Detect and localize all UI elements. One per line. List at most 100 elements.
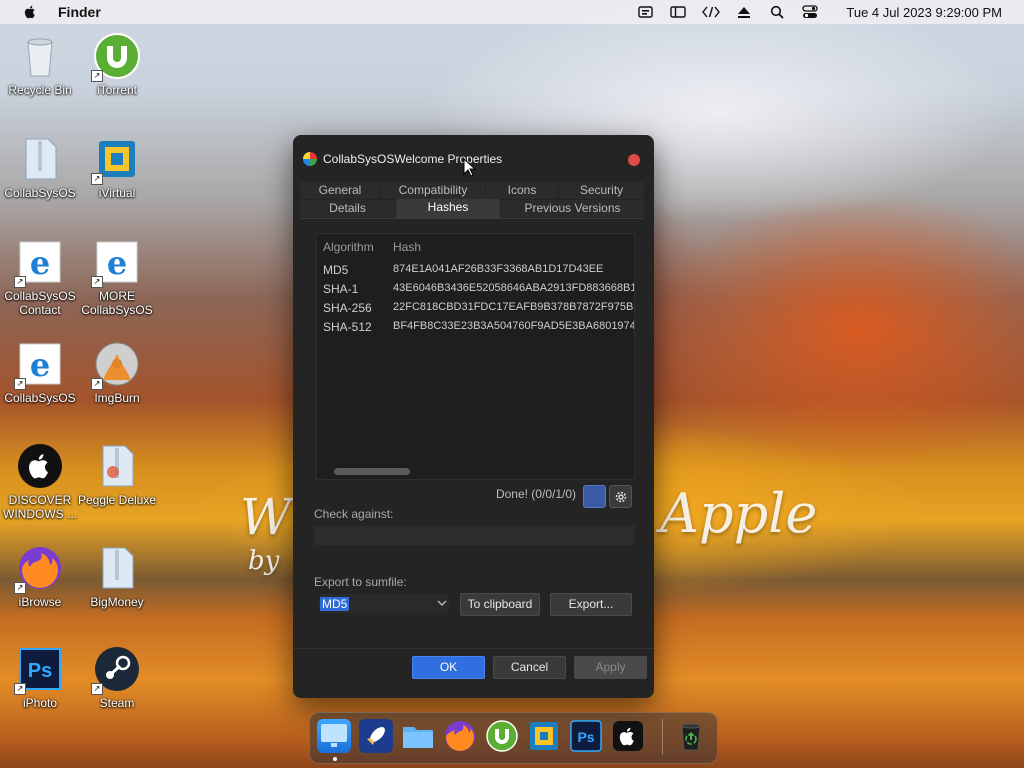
export-button[interactable]: Export... xyxy=(550,593,632,616)
steam-icon: ↗ xyxy=(91,645,141,695)
desktop-icon-collabsysos-folder[interactable]: CollabSysOS xyxy=(0,135,80,200)
desktop-icon-label: CollabSysOS Contact xyxy=(4,289,76,317)
rocket-icon[interactable] xyxy=(359,719,393,753)
desktop-icon-ivirtual[interactable]: ↗ iVirtual xyxy=(77,135,157,200)
sidebar-icon[interactable] xyxy=(669,4,687,20)
ie-icon: e ↗ xyxy=(91,238,141,288)
utorrent-icon[interactable] xyxy=(485,719,519,753)
desktop-icon-label: iTorrent xyxy=(96,83,137,97)
desktop-icon-label: Peggle Deluxe xyxy=(77,493,157,507)
desktop-icon-peggle-deluxe[interactable]: Peggle Deluxe xyxy=(77,442,157,507)
tab-previous-versions[interactable]: Previous Versions xyxy=(501,200,644,217)
tab-details[interactable]: Details xyxy=(300,200,395,217)
desktop-icon-label: DISCOVER WINDOWS ... xyxy=(3,493,77,521)
apple-menu-icon[interactable] xyxy=(22,4,38,20)
hash-list[interactable]: Algorithm Hash MD5 874E1A041AF26B33F3368… xyxy=(316,233,635,480)
mouse-cursor-icon xyxy=(463,158,477,177)
export-format-value: MD5 xyxy=(320,596,350,611)
firefox-icon[interactable] xyxy=(443,719,477,753)
desktop-icon-collabsysos[interactable]: e ↗ CollabSysOS xyxy=(0,340,80,405)
tab-security[interactable]: Security xyxy=(559,182,644,199)
desktop-icon-label: ImgBurn xyxy=(94,391,140,405)
shortcut-arrow-icon: ↗ xyxy=(14,582,26,594)
menubar-clock[interactable]: Tue 4 Jul 2023 9:29:00 PM xyxy=(846,5,1002,20)
chevron-down-icon xyxy=(437,600,447,606)
cd-flame-icon: ↗ xyxy=(91,340,141,390)
search-icon[interactable] xyxy=(768,4,786,20)
virtualbox-icon: ↗ xyxy=(91,135,141,185)
shortcut-arrow-icon: ↗ xyxy=(91,683,103,695)
desktop-icon-iphoto[interactable]: Ps ↗ iPhoto xyxy=(0,645,80,710)
ok-button[interactable]: OK xyxy=(412,656,485,679)
trash-icon[interactable] xyxy=(674,719,708,753)
finder-monitor-icon[interactable] xyxy=(317,719,351,753)
zip-folder-icon xyxy=(93,442,141,490)
desktop-icon-label: CollabSysOS xyxy=(4,186,76,200)
desktop-icon-imgburn[interactable]: ↗ ImgBurn xyxy=(77,340,157,405)
photoshop-icon[interactable]: Ps xyxy=(569,719,603,753)
desktop-icon-collabsysos-contact[interactable]: e ↗ CollabSysOS Contact xyxy=(0,238,80,317)
desktop-icon-more-collabsysos[interactable]: e ↗ MORE CollabSysOS xyxy=(77,238,157,317)
tab-icons[interactable]: Icons xyxy=(486,182,558,199)
photoshop-icon: Ps ↗ xyxy=(14,645,64,695)
table-row[interactable]: SHA-512 BF4FB8C33E23B3A504760F9AD5E3BA68… xyxy=(317,320,634,339)
desktop-icon-label: iBrowse xyxy=(18,595,62,609)
ie-icon: e ↗ xyxy=(14,238,64,288)
shortcut-arrow-icon: ↗ xyxy=(91,276,103,288)
desktop-icon-label: CollabSysOS xyxy=(4,391,76,405)
shortcut-arrow-icon: ↗ xyxy=(14,276,26,288)
desktop-icon-itorrent[interactable]: ↗ iTorrent xyxy=(77,32,157,97)
desktop-icon-label: BigMoney xyxy=(90,595,144,609)
svg-text:Ps: Ps xyxy=(28,660,52,682)
desktop-icon-ibrowse[interactable]: ↗ iBrowse xyxy=(0,544,80,609)
folder-icon[interactable] xyxy=(401,719,435,753)
export-format-select[interactable]: MD5 xyxy=(319,594,449,613)
table-row[interactable]: SHA-1 43E6046B3436E52058646ABA2913FD8836… xyxy=(317,282,634,301)
settings-button[interactable] xyxy=(609,485,632,508)
column-header-hash[interactable]: Hash xyxy=(393,240,421,254)
wallpaper-text-right: Apple xyxy=(660,482,818,545)
desktop-icon-bigmoney[interactable]: BigMoney xyxy=(77,544,157,609)
recycle-bin-icon xyxy=(16,32,64,80)
desktop-icon-steam[interactable]: ↗ Steam xyxy=(77,645,157,710)
desktop-icon-label: MORE CollabSysOS xyxy=(81,289,153,317)
shortcut-arrow-icon: ↗ xyxy=(14,683,26,695)
contacts-card-icon[interactable] xyxy=(636,4,654,20)
cancel-button[interactable]: Cancel xyxy=(493,656,566,679)
control-center-icon[interactable] xyxy=(801,4,819,20)
desktop-icon-discover-windows[interactable]: DISCOVER WINDOWS ... xyxy=(0,442,80,521)
to-clipboard-button[interactable]: To clipboard xyxy=(460,593,540,616)
code-icon[interactable] xyxy=(702,4,721,20)
hash-value: 43E6046B3436E52058646ABA2913FD883668B18 xyxy=(393,282,635,294)
hash-algorithm: SHA-1 xyxy=(323,282,359,296)
tab-general[interactable]: General xyxy=(300,182,380,199)
check-against-label: Check against: xyxy=(314,507,394,521)
column-header-algorithm[interactable]: Algorithm xyxy=(323,240,374,254)
tab-hashes[interactable]: Hashes xyxy=(396,199,500,218)
properties-dialog: CollabSysOSWelcome Properties General Co… xyxy=(293,135,654,698)
desktop-icon-recycle-bin[interactable]: Recycle Bin xyxy=(0,32,80,97)
utorrent-icon: ↗ xyxy=(91,32,141,82)
hash-action-button[interactable] xyxy=(583,485,606,508)
table-row[interactable]: MD5 874E1A041AF26B33F3368AB1D17D43EE xyxy=(317,263,634,282)
dock-separator xyxy=(662,719,663,755)
eject-icon[interactable] xyxy=(735,4,753,20)
apply-button[interactable]: Apply xyxy=(574,656,647,679)
shortcut-arrow-icon: ↗ xyxy=(14,378,26,390)
tab-bar: General Compatibility Icons Security Det… xyxy=(300,182,644,219)
desktop-icon-label: iVirtual xyxy=(98,186,136,200)
virtualbox-icon[interactable] xyxy=(527,719,561,753)
svg-text:Ps: Ps xyxy=(577,729,594,745)
apple-logo-icon[interactable] xyxy=(611,719,645,753)
zip-folder-icon xyxy=(93,544,141,592)
horizontal-scrollbar[interactable] xyxy=(334,468,410,475)
check-against-input[interactable] xyxy=(314,526,635,545)
app-name[interactable]: Finder xyxy=(58,4,101,20)
tab-compatibility[interactable]: Compatibility xyxy=(381,182,485,199)
hash-algorithm: SHA-512 xyxy=(323,320,372,334)
table-row[interactable]: SHA-256 22FC818CBD31FDC17EAFB9B378B7872F… xyxy=(317,301,634,320)
close-button[interactable] xyxy=(628,154,640,166)
desktop-icon-label: iPhoto xyxy=(22,696,58,710)
hash-value: 874E1A041AF26B33F3368AB1D17D43EE xyxy=(393,263,604,275)
hash-algorithm: MD5 xyxy=(323,263,349,277)
